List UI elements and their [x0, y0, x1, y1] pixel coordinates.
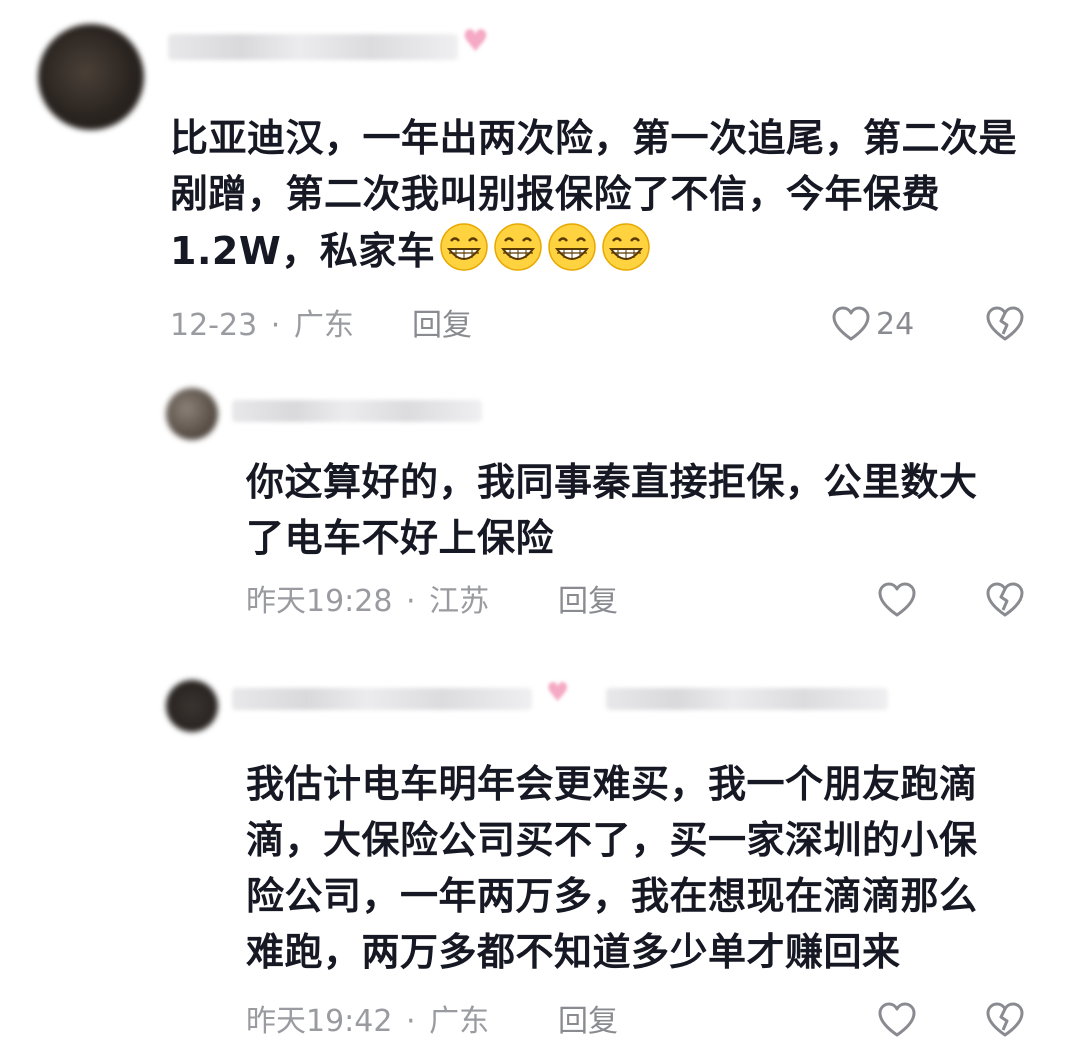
grinning-face-icon	[494, 223, 542, 271]
heart-decoration-icon: ♥	[546, 678, 570, 708]
emoji-group	[435, 222, 651, 287]
meta-separator: ·	[270, 308, 281, 343]
dislike-button[interactable]	[986, 1002, 1024, 1042]
broken-heart-icon	[986, 1002, 1024, 1037]
heart-outline-icon	[878, 582, 916, 617]
comment-text: 我估计电车明年会更难买，我一个朋友跑滴 滴，大保险公司买不了，买一家深圳的小保 …	[246, 756, 1046, 980]
reply-button[interactable]: 回复	[558, 582, 618, 622]
comment-text-line: 剐蹭，第二次我叫别报保险了不信，今年保费	[170, 172, 941, 216]
comment-text-line: 你这算好的，我同事秦直接拒保，公里数大	[246, 460, 978, 504]
comment-text-line: 1.2W，私家车	[170, 222, 1050, 287]
comment-location: 江苏	[429, 584, 490, 619]
comment-text-line: 难跑，两万多都不知道多少单才赚回来	[246, 930, 901, 974]
broken-heart-icon	[986, 582, 1024, 617]
heart-outline-icon	[832, 306, 870, 341]
reply-button[interactable]: 回复	[558, 1002, 618, 1042]
avatar[interactable]	[38, 24, 144, 130]
like-count: 24	[876, 306, 915, 342]
comment-date: 12-23	[170, 308, 258, 343]
comment-text-line: 我估计电车明年会更难买，我一个朋友跑滴	[246, 762, 978, 806]
like-button[interactable]: 24	[832, 306, 914, 342]
grinning-face-icon	[602, 223, 650, 271]
comment-text-line: 险公司，一年两万多，我在想现在滴滴那么	[246, 874, 978, 918]
comment-text-line-end: 1.2W，私家车	[170, 229, 436, 273]
comment-item: ♥ 比亚迪汉，一年出两次险，第一次追尾，第二次是 剐蹭，第二次我叫别报保险了不信…	[0, 0, 1080, 360]
comment-location: 广东	[293, 308, 354, 343]
comment-meta: 12-23 · 广东	[170, 306, 354, 346]
comment-meta: 昨天19:28 · 江苏	[246, 582, 489, 622]
meta-separator: ·	[406, 584, 416, 619]
dislike-button[interactable]	[986, 306, 1024, 346]
comment-location: 广东	[429, 1004, 490, 1039]
comment-date: 昨天19:42	[246, 1004, 393, 1039]
comment-text: 你这算好的，我同事秦直接拒保，公里数大 了电车不好上保险	[246, 454, 1046, 566]
reply-target-blurred[interactable]	[606, 688, 888, 710]
like-button[interactable]	[878, 582, 916, 618]
like-button[interactable]	[878, 1002, 916, 1038]
comment-text-line: 比亚迪汉，一年出两次险，第一次追尾，第二次是	[170, 116, 1018, 160]
reply-item: 你这算好的，我同事秦直接拒保，公里数大 了电车不好上保险 昨天19:28 · 江…	[0, 360, 1080, 660]
meta-separator: ·	[406, 1004, 416, 1039]
grinning-face-icon	[440, 223, 488, 271]
broken-heart-icon	[986, 306, 1024, 341]
comment-date: 昨天19:28	[246, 584, 393, 619]
avatar[interactable]	[166, 388, 218, 440]
username-blurred[interactable]	[232, 688, 532, 710]
heart-outline-icon	[878, 1002, 916, 1037]
reply-item: ♥ 我估计电车明年会更难买，我一个朋友跑滴 滴，大保险公司买不了，买一家深圳的小…	[0, 660, 1080, 1050]
grinning-face-icon	[548, 223, 596, 271]
reply-button[interactable]: 回复	[412, 306, 472, 346]
dislike-button[interactable]	[986, 582, 1024, 622]
comment-meta: 昨天19:42 · 广东	[246, 1002, 489, 1042]
heart-decoration-icon: ♥	[462, 24, 489, 59]
username-blurred[interactable]	[168, 34, 458, 60]
comment-text-line: 滴，大保险公司买不了，买一家深圳的小保	[246, 818, 978, 862]
username-blurred[interactable]	[232, 400, 482, 422]
comment-text: 比亚迪汉，一年出两次险，第一次追尾，第二次是 剐蹭，第二次我叫别报保险了不信，今…	[170, 110, 1050, 287]
avatar[interactable]	[166, 680, 218, 732]
comment-text-line: 了电车不好上保险	[246, 516, 555, 560]
